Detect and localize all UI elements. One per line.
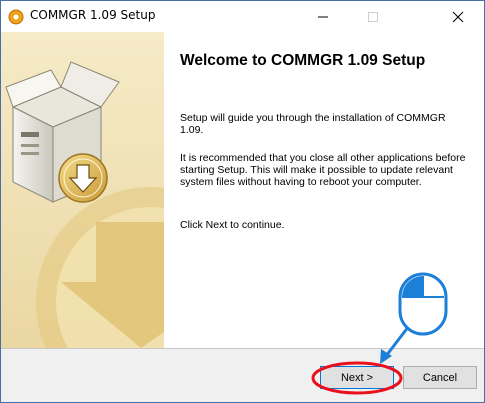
continue-instruction: Click Next to continue. <box>180 219 285 231</box>
page-title: Welcome to COMMGR 1.09 Setup <box>180 52 426 69</box>
window-title: COMMGR 1.09 Setup <box>30 8 156 22</box>
installer-disc-icon <box>8 9 24 25</box>
close-button[interactable] <box>436 1 480 32</box>
next-button[interactable]: Next > <box>320 366 394 389</box>
sidebar-banner <box>1 32 164 348</box>
setup-window: COMMGR 1.09 Setup Welcome to COMMGR 1.09… <box>0 0 485 403</box>
maximize-icon <box>368 11 378 22</box>
welcome-panel: Welcome to COMMGR 1.09 Setup Setup will … <box>164 32 484 348</box>
title-bar: COMMGR 1.09 Setup <box>1 1 484 32</box>
intro-text: Setup will guide you through the install… <box>180 112 446 136</box>
close-icon <box>452 11 464 22</box>
box-with-down-arrow-illustration <box>5 61 164 348</box>
minimize-button[interactable] <box>301 1 345 32</box>
recommendation-text: It is recommended that you close all oth… <box>180 152 466 188</box>
cancel-button[interactable]: Cancel <box>403 366 477 389</box>
minimize-icon <box>318 16 328 17</box>
button-bar: Next > Cancel <box>1 349 484 402</box>
maximize-button <box>351 1 395 32</box>
